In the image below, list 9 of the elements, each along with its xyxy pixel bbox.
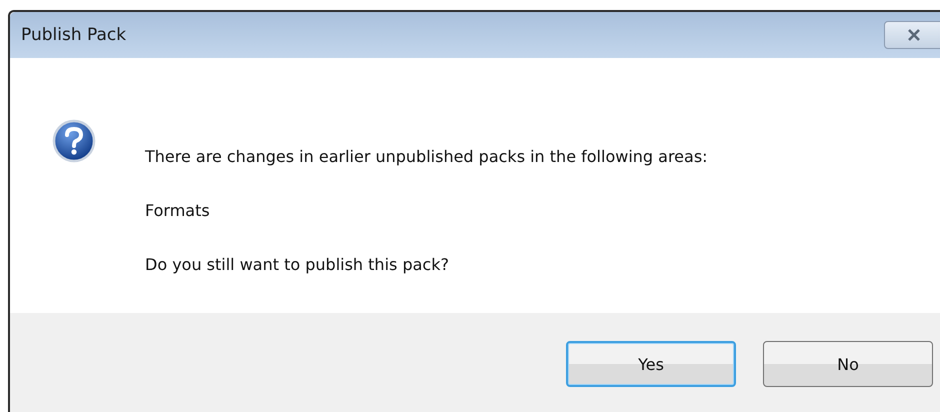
dialog-button[interactable]: No: [763, 341, 933, 387]
message-text: There are changes in earlier unpublished packs in the following areas:: [145, 146, 708, 168]
question-icon: [52, 119, 96, 163]
close-icon: [907, 29, 921, 41]
message-text: Formats: [145, 200, 211, 222]
dialog-button[interactable]: Yes: [566, 341, 736, 387]
close-button[interactable]: [884, 21, 940, 49]
message-text: Do you still want to publish this pack?: [145, 254, 450, 276]
window-title: Publish Pack: [21, 25, 126, 45]
